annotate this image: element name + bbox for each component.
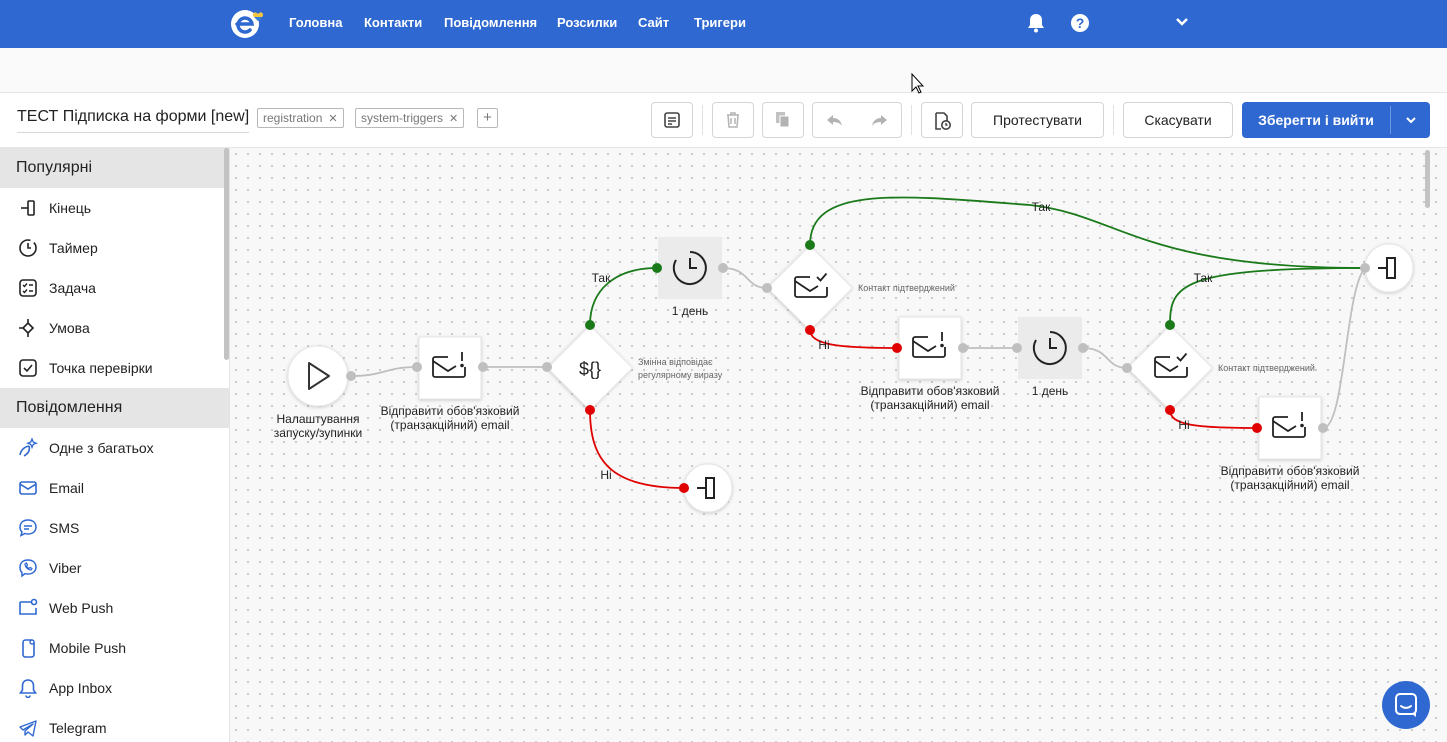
connector (1322, 267, 1366, 429)
support-chat-button[interactable] (1382, 681, 1430, 729)
connector (1082, 347, 1128, 369)
canvas-scrollbar[interactable] (1425, 150, 1430, 208)
start-node-label: Налаштування (277, 412, 360, 426)
email-node-label: Відправити обов'язковий (861, 384, 1000, 398)
yes-port[interactable] (805, 240, 815, 250)
confirmed-condition-label: Контакт підтверджений (858, 283, 955, 293)
yes-label: Так (592, 271, 611, 285)
no-port[interactable] (892, 343, 902, 353)
confirmed-condition-label: Контакт підтверджений (1218, 363, 1315, 373)
email-node[interactable] (898, 316, 962, 380)
regex-condition-label: регулярному виразу (638, 370, 723, 380)
connector (722, 267, 768, 289)
no-label: Ні (818, 338, 829, 352)
no-port[interactable] (1252, 423, 1262, 433)
no-port[interactable] (1165, 405, 1175, 415)
port[interactable] (1012, 343, 1022, 353)
port[interactable] (958, 343, 968, 353)
port[interactable] (412, 362, 422, 372)
email-node[interactable] (1258, 396, 1322, 460)
yes-connector (809, 196, 1366, 269)
connector (350, 366, 418, 377)
email-node-label: (транзакційний) email (1230, 478, 1349, 492)
end-node[interactable] (683, 463, 733, 513)
confirmed-condition-node[interactable] (1126, 324, 1214, 412)
email-node-label: Відправити обов'язковий (1221, 464, 1360, 478)
timer-node-label: 1 день (672, 304, 709, 318)
regex-condition-label: Змінна відповідає (638, 357, 713, 367)
no-label: Ні (1178, 418, 1189, 432)
port[interactable] (762, 283, 772, 293)
email-node-label: (транзакційний) email (870, 398, 989, 412)
port[interactable] (1122, 363, 1132, 373)
no-label: Ні (600, 468, 611, 482)
port[interactable] (542, 362, 552, 372)
no-port[interactable] (805, 325, 815, 335)
yes-port[interactable] (585, 320, 595, 330)
email-node-label: (транзакційний) email (390, 418, 509, 432)
mouse-cursor-icon (911, 72, 925, 94)
port[interactable] (1318, 423, 1328, 433)
port[interactable] (1078, 343, 1088, 353)
regex-icon: ${} (579, 359, 601, 379)
start-node-label: запуску/зупинки (274, 426, 362, 440)
end-node[interactable] (1364, 243, 1414, 293)
email-node-label: Відправити обов'язковий (381, 404, 520, 418)
yes-label: Так (1194, 271, 1213, 285)
chat-icon (1395, 693, 1417, 717)
start-node[interactable] (287, 345, 349, 407)
yes-port[interactable] (1165, 320, 1175, 330)
port[interactable] (346, 371, 356, 381)
no-port[interactable] (585, 405, 595, 415)
yes-port[interactable] (652, 263, 662, 273)
email-node[interactable] (418, 336, 482, 400)
port[interactable] (478, 362, 488, 372)
port[interactable] (718, 263, 728, 273)
workflow-diagram: ${} Налаштування запуску/зупинки Відправ… (274, 72, 1414, 513)
port[interactable] (1360, 263, 1370, 273)
timer-node-label: 1 день (1032, 384, 1069, 398)
no-port[interactable] (679, 483, 689, 493)
confirmed-condition-node[interactable] (766, 244, 854, 332)
yes-label: Так (1032, 200, 1051, 214)
